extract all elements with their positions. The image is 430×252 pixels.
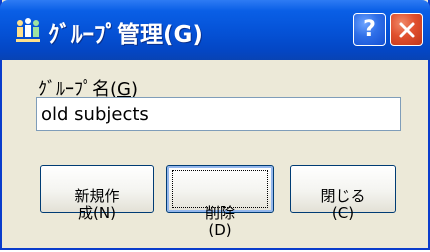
close-window-button[interactable] — [390, 13, 423, 46]
new-button[interactable]: 新規作 成(N) — [40, 165, 154, 222]
delete-button-label: 削除 (D) — [204, 204, 235, 239]
help-button[interactable]: ? — [353, 13, 386, 46]
focus-rectangle — [172, 170, 268, 208]
dialog-title: ｸﾞﾙｰﾌﾟ管理(G) — [48, 22, 203, 48]
help-icon: ? — [363, 17, 376, 42]
group-people-icon — [16, 18, 40, 42]
new-button-label: 新規作 成(N) — [74, 187, 120, 222]
delete-button[interactable]: 削除 (D) — [166, 165, 274, 239]
group-name-input[interactable] — [36, 97, 401, 131]
title-bar[interactable]: ｸﾞﾙｰﾌﾟ管理(G) ? — [0, 0, 430, 60]
close-icon — [399, 22, 414, 37]
close-button[interactable]: 閉じる (C) — [290, 165, 396, 222]
